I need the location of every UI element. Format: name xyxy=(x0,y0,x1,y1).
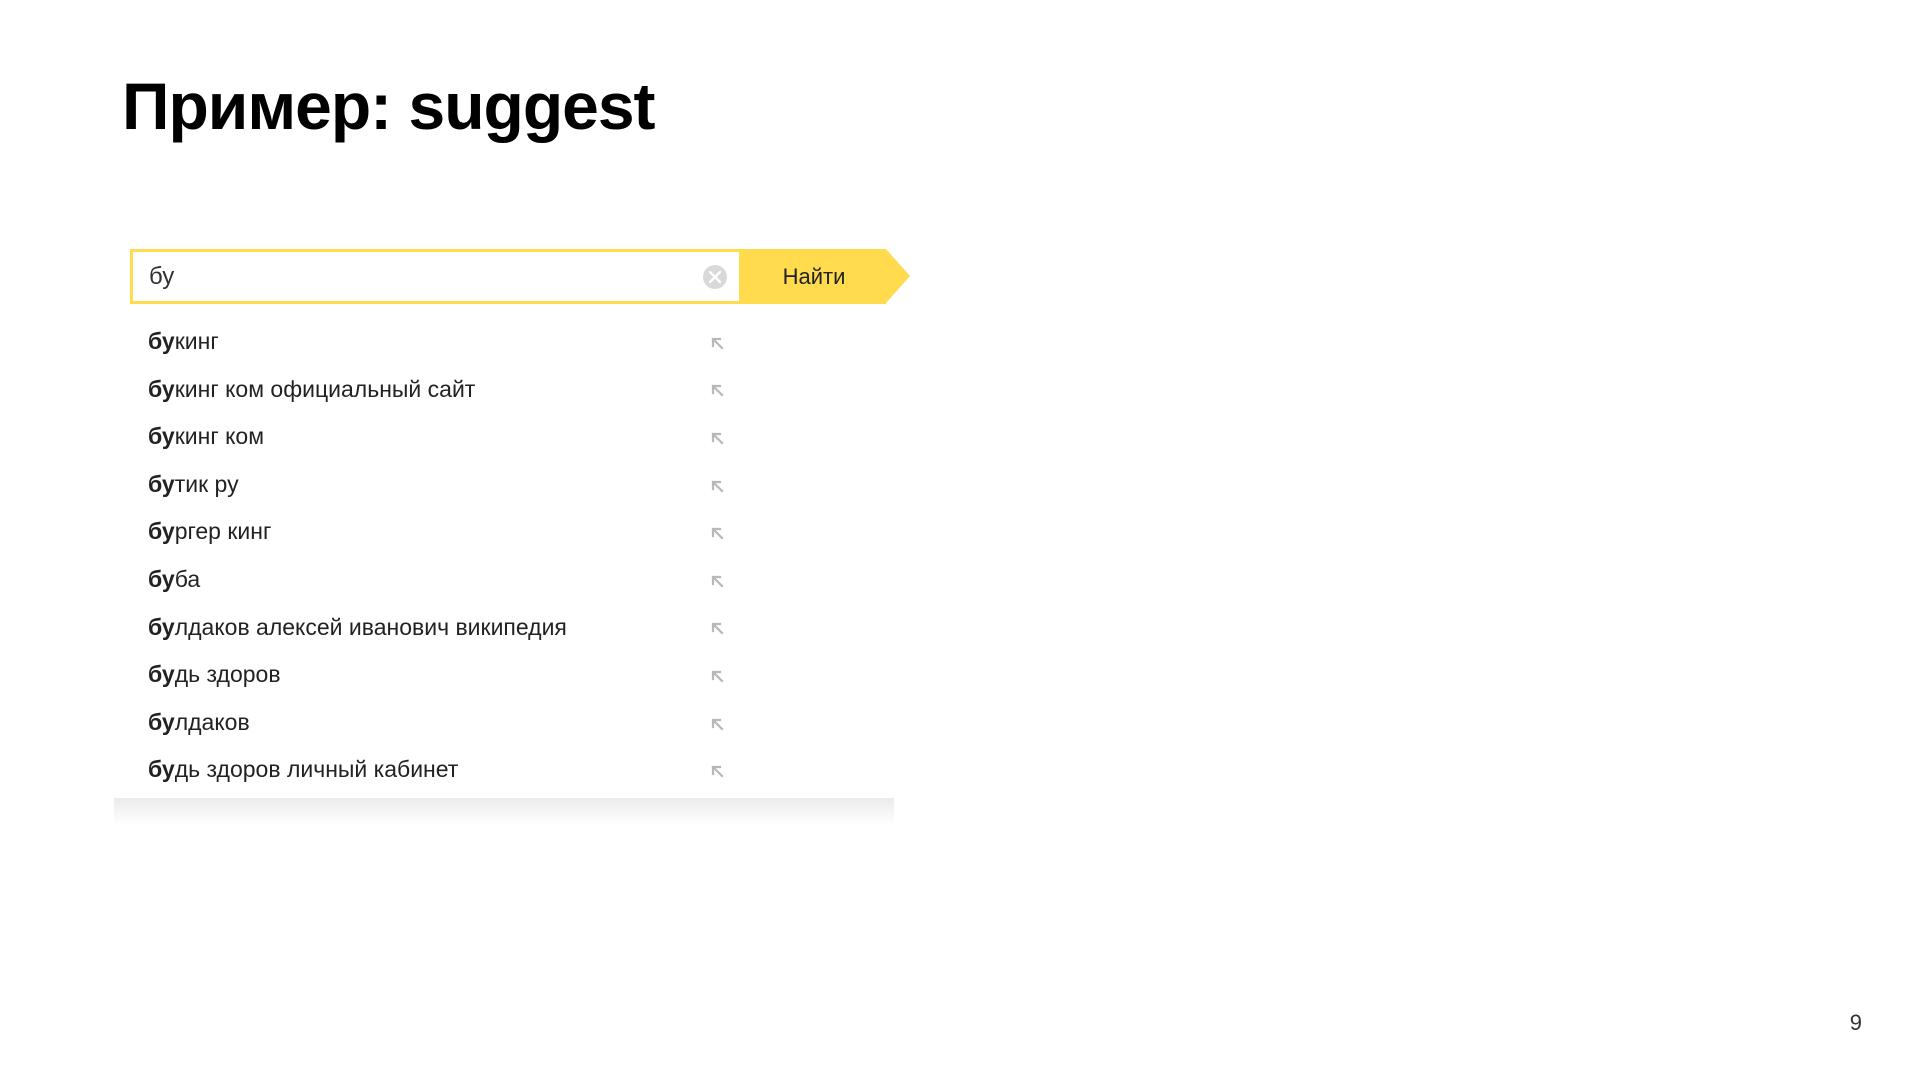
search-input-container xyxy=(130,249,742,304)
suggest-shadow xyxy=(114,798,894,826)
page-number: 9 xyxy=(1850,1010,1862,1036)
arrow-up-left-icon[interactable] xyxy=(708,570,728,590)
arrow-up-left-icon[interactable] xyxy=(708,617,728,637)
search-input[interactable] xyxy=(149,263,703,291)
suggest-text: букинг ком официальный сайт xyxy=(148,376,688,404)
close-icon xyxy=(709,271,721,283)
arrow-up-left-icon[interactable] xyxy=(708,713,728,733)
suggest-text: булдаков xyxy=(148,709,688,737)
slide-title: Пример: suggest xyxy=(122,68,655,144)
search-button[interactable]: Найти xyxy=(742,249,886,304)
suggest-text: бутик ру xyxy=(148,471,688,499)
arrow-up-left-icon[interactable] xyxy=(708,760,728,780)
arrow-up-left-icon[interactable] xyxy=(708,379,728,399)
search-widget: Найти букингбукинг ком официальный сайтб… xyxy=(130,249,886,826)
suggest-item[interactable]: булдаков алексей иванович википедия xyxy=(130,604,742,652)
suggest-list: букинг букинг ком официальный сайт букинг … xyxy=(130,318,742,794)
suggest-text: булдаков алексей иванович википедия xyxy=(148,614,688,642)
arrow-up-left-icon[interactable] xyxy=(708,665,728,685)
arrow-up-left-icon[interactable] xyxy=(708,522,728,542)
arrow-up-left-icon[interactable] xyxy=(708,332,728,352)
suggest-item[interactable]: булдаков xyxy=(130,699,742,747)
arrow-up-left-icon[interactable] xyxy=(708,427,728,447)
suggest-text: букинг xyxy=(148,328,688,356)
suggest-text: будь здоров личный кабинет xyxy=(148,756,688,784)
arrow-up-left-icon[interactable] xyxy=(708,475,728,495)
suggest-text: бургер кинг xyxy=(148,518,688,546)
suggest-item[interactable]: букинг ком официальный сайт xyxy=(130,366,742,414)
suggest-item[interactable]: будь здоров личный кабинет xyxy=(130,746,742,794)
suggest-item[interactable]: бургер кинг xyxy=(130,508,742,556)
suggest-text: буба xyxy=(148,566,688,594)
suggest-item[interactable]: буба xyxy=(130,556,742,604)
search-button-label: Найти xyxy=(783,264,846,290)
suggest-item[interactable]: будь здоров xyxy=(130,651,742,699)
suggest-item[interactable]: букинг xyxy=(130,318,742,366)
search-bar: Найти xyxy=(130,249,886,304)
suggest-text: будь здоров xyxy=(148,661,688,689)
suggest-text: букинг ком xyxy=(148,423,688,451)
suggest-item[interactable]: букинг ком xyxy=(130,413,742,461)
clear-button[interactable] xyxy=(703,265,727,289)
suggest-item[interactable]: бутик ру xyxy=(130,461,742,509)
